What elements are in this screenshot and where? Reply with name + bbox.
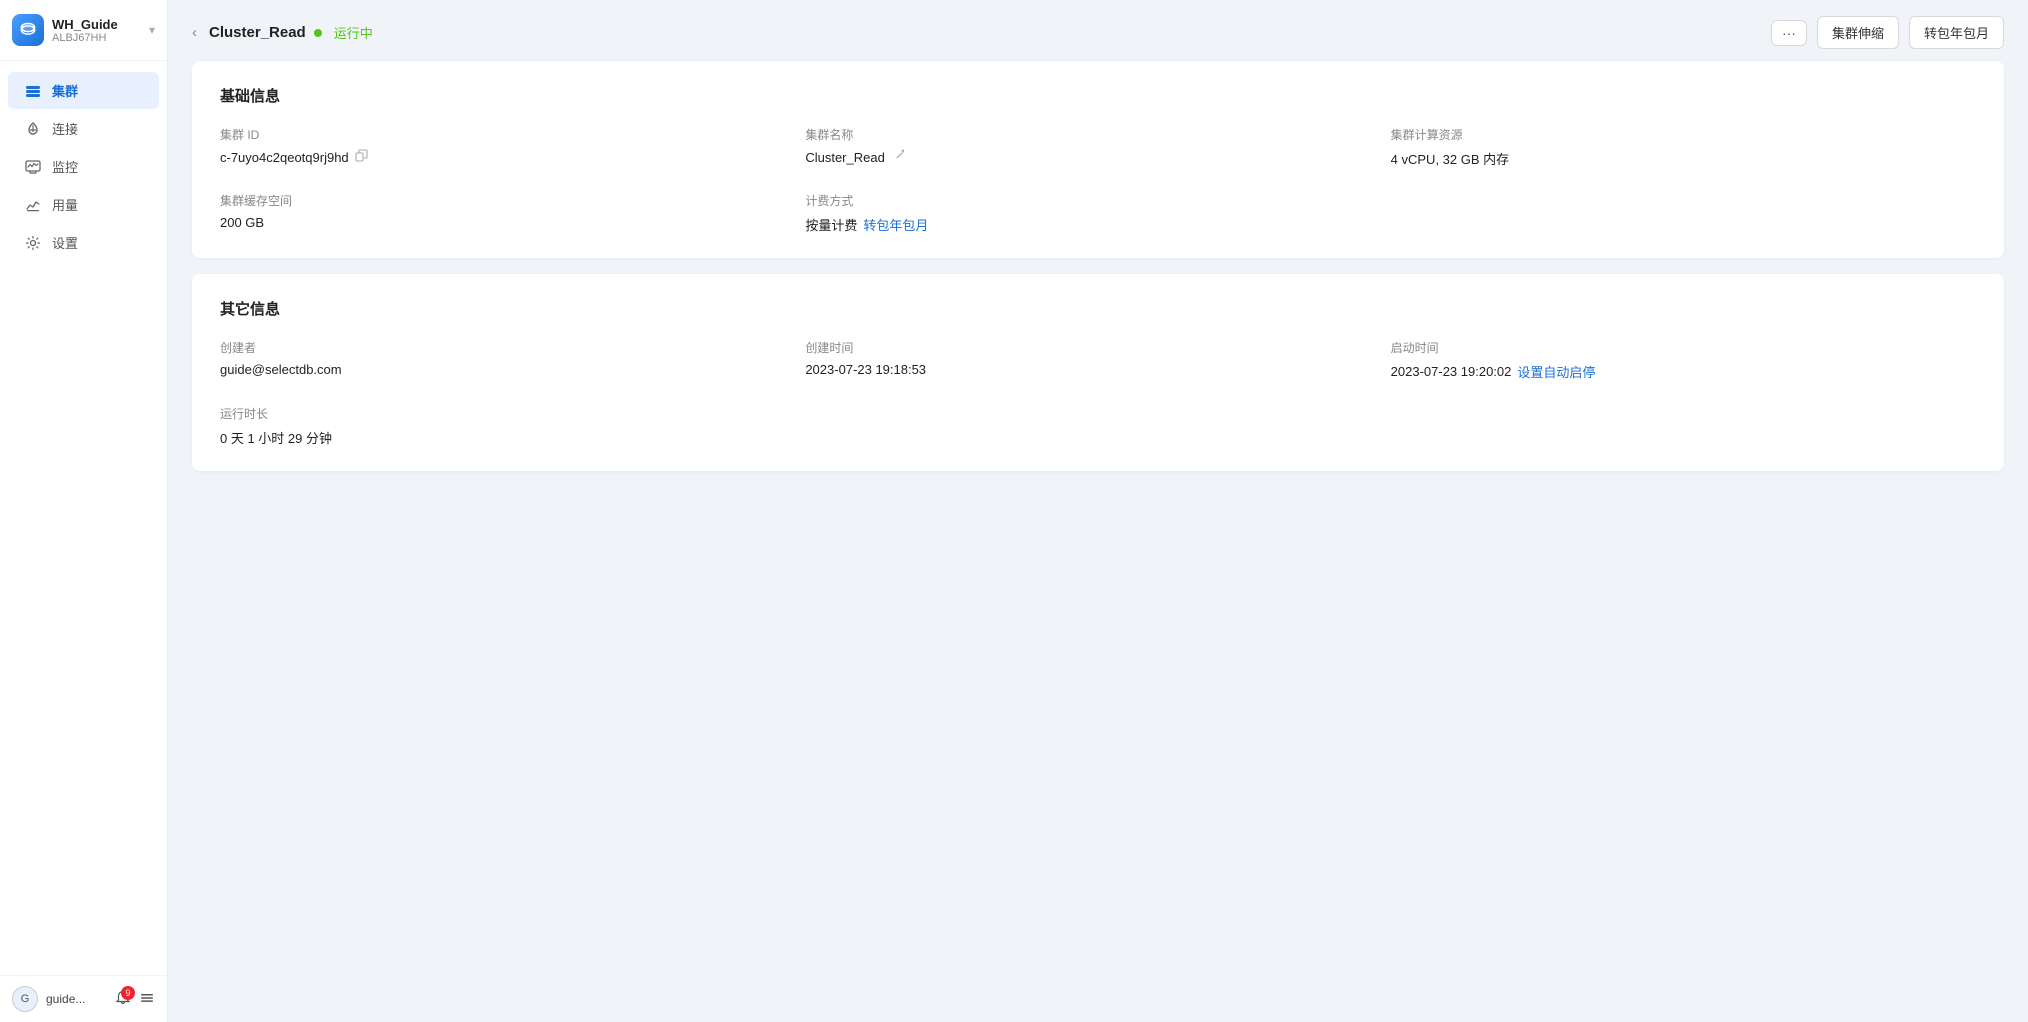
- main-content: ‹ Cluster_Read 运行中 ··· 集群伸缩 转包年包月 基础信息 集…: [168, 0, 2028, 1022]
- billing-label: 计费方式: [805, 192, 1390, 209]
- cluster-name-item: 集群名称 Cluster_Read: [805, 126, 1390, 168]
- cluster-storage-item: 集群缓存空间 200 GB: [220, 192, 805, 234]
- sidebar: WH_Guide ALBJ67HH ▾ 集群: [0, 0, 168, 1022]
- usage-icon: [24, 196, 42, 214]
- created-time-label: 创建时间: [805, 339, 1390, 356]
- notification-bell[interactable]: 9: [115, 990, 131, 1009]
- scale-cluster-button[interactable]: 集群伸缩: [1817, 16, 1899, 49]
- runtime-label: 运行时长: [220, 405, 805, 422]
- connect-icon: [24, 120, 42, 138]
- usage-label: 用量: [52, 195, 78, 214]
- created-time-value: 2023-07-23 19:18:53: [805, 362, 1390, 377]
- edit-icon[interactable]: [891, 149, 904, 165]
- sidebar-item-cluster[interactable]: 集群: [8, 72, 159, 109]
- auto-stop-link[interactable]: 设置自动启停: [1517, 362, 1595, 381]
- cluster-icon: [24, 82, 42, 100]
- other-info-card: 其它信息 创建者 guide@selectdb.com 创建时间 2023-07…: [192, 274, 2004, 471]
- cluster-name-heading: Cluster_Read: [209, 24, 306, 41]
- creator-label: 创建者: [220, 339, 805, 356]
- back-arrow-icon: ‹: [192, 24, 197, 41]
- topbar-right: ··· 集群伸缩 转包年包月: [1771, 16, 2004, 49]
- basic-info-title: 基础信息: [220, 85, 1976, 106]
- start-time-value: 2023-07-23 19:20:02 设置自动启停: [1391, 362, 1976, 381]
- cluster-id-item: 集群 ID c-7uyo4c2qeotq9rj9hd: [220, 126, 805, 168]
- sidebar-item-settings[interactable]: 设置: [8, 224, 159, 261]
- cluster-name-label: 集群名称: [805, 126, 1390, 143]
- settings-label: 设置: [52, 233, 78, 252]
- topbar-left: ‹ Cluster_Read 运行中: [192, 23, 373, 42]
- start-time-item: 启动时间 2023-07-23 19:20:02 设置自动启停: [1391, 339, 1976, 381]
- chevron-down-icon[interactable]: ▾: [149, 23, 155, 37]
- sidebar-header[interactable]: WH_Guide ALBJ67HH ▾: [0, 0, 167, 61]
- runtime-value: 0 天 1 小时 29 分钟: [220, 428, 805, 447]
- sidebar-footer: G guide... 9: [0, 975, 167, 1022]
- sidebar-nav: 集群 连接 监控: [0, 61, 167, 975]
- billing-item: 计费方式 按量计费 转包年包月: [805, 192, 1390, 234]
- notification-badge: 9: [121, 986, 135, 1000]
- content-area: 基础信息 集群 ID c-7uyo4c2qeotq9rj9hd: [168, 61, 2028, 511]
- menu-icon[interactable]: [139, 990, 155, 1009]
- other-info-title: 其它信息: [220, 298, 1976, 319]
- cluster-id-value: c-7uyo4c2qeotq9rj9hd: [220, 149, 805, 165]
- monitor-icon: [24, 158, 42, 176]
- other-info-grid: 创建者 guide@selectdb.com 创建时间 2023-07-23 1…: [220, 339, 1976, 447]
- status-text: 运行中: [334, 23, 373, 42]
- created-time-item: 创建时间 2023-07-23 19:18:53: [805, 339, 1390, 381]
- convert-plan-button[interactable]: 转包年包月: [1909, 16, 2004, 49]
- start-time-label: 启动时间: [1391, 339, 1976, 356]
- topbar: ‹ Cluster_Read 运行中 ··· 集群伸缩 转包年包月: [168, 0, 2028, 61]
- cluster-resources-value: 4 vCPU, 32 GB 内存: [1391, 149, 1976, 168]
- connect-label: 连接: [52, 119, 78, 138]
- footer-icons: 9: [115, 990, 155, 1009]
- back-button[interactable]: ‹: [192, 24, 201, 41]
- cluster-label: 集群: [52, 81, 78, 100]
- cluster-name-value-display: Cluster_Read: [805, 149, 1390, 165]
- billing-convert-link[interactable]: 转包年包月: [863, 215, 928, 234]
- cluster-storage-label: 集群缓存空间: [220, 192, 805, 209]
- settings-icon: [24, 234, 42, 252]
- more-button[interactable]: ···: [1771, 20, 1807, 46]
- sidebar-item-connect[interactable]: 连接: [8, 110, 159, 147]
- sidebar-item-monitor[interactable]: 监控: [8, 148, 159, 185]
- cluster-storage-value: 200 GB: [220, 215, 805, 230]
- workspace-id: ALBJ67HH: [52, 32, 141, 44]
- billing-value: 按量计费 转包年包月: [805, 215, 1390, 234]
- status-indicator: [314, 29, 322, 37]
- sidebar-item-usage[interactable]: 用量: [8, 186, 159, 223]
- workspace-info: WH_Guide ALBJ67HH: [52, 17, 141, 44]
- sidebar-logo: [12, 14, 44, 46]
- basic-info-card: 基础信息 集群 ID c-7uyo4c2qeotq9rj9hd: [192, 61, 2004, 258]
- avatar: G: [12, 986, 38, 1012]
- cluster-resources-item: 集群计算资源 4 vCPU, 32 GB 内存: [1391, 126, 1976, 168]
- creator-item: 创建者 guide@selectdb.com: [220, 339, 805, 381]
- monitor-label: 监控: [52, 157, 78, 176]
- cluster-resources-label: 集群计算资源: [1391, 126, 1976, 143]
- copy-icon[interactable]: [355, 149, 368, 165]
- cluster-id-label: 集群 ID: [220, 126, 805, 143]
- user-name: guide...: [46, 992, 107, 1006]
- creator-value: guide@selectdb.com: [220, 362, 805, 377]
- workspace-name: WH_Guide: [52, 17, 141, 32]
- basic-info-grid: 集群 ID c-7uyo4c2qeotq9rj9hd 集群名称: [220, 126, 1976, 234]
- runtime-item: 运行时长 0 天 1 小时 29 分钟: [220, 405, 805, 447]
